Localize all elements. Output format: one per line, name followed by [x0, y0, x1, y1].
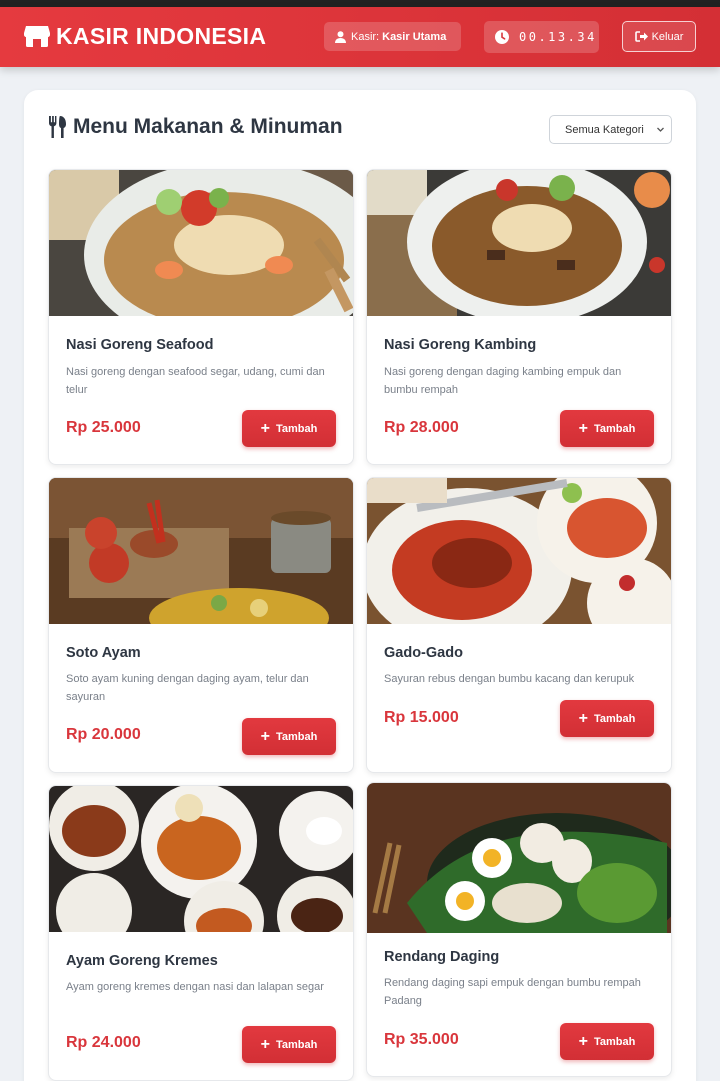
- page-title: Menu Makanan & Minuman: [48, 115, 343, 139]
- store-icon: [24, 26, 50, 47]
- clock-time: 00.13.34: [519, 30, 597, 44]
- food-image-nasi-goreng-seafood: [49, 170, 353, 316]
- sign-out-icon: [634, 31, 648, 42]
- user-icon: [335, 30, 346, 43]
- menu-item-price: Rp 25.000: [66, 419, 141, 436]
- menu-card: Soto Ayam Soto ayam kuning dengan daging…: [48, 477, 354, 773]
- plus-icon: +: [578, 419, 588, 437]
- add-button-label: Tambah: [593, 422, 636, 435]
- chevron-down-icon: [657, 127, 664, 132]
- menu-item-description: Nasi goreng dengan seafood segar, udang,…: [66, 366, 325, 396]
- menu-item-name: Nasi Goreng Seafood: [66, 337, 214, 353]
- menu-item-description: Rendang daging sapi empuk dengan bumbu r…: [384, 977, 641, 1007]
- brand: KASIR INDONESIA: [24, 21, 266, 51]
- category-select[interactable]: Semua Kategori: [549, 115, 672, 144]
- brand-title: KASIR INDONESIA: [56, 22, 267, 49]
- window-top-strip: [0, 0, 720, 7]
- add-button-label: Tambah: [275, 1038, 318, 1051]
- add-button[interactable]: + Tambah: [242, 1026, 336, 1063]
- menu-item-description: Soto ayam kuning dengan daging ayam, tel…: [66, 673, 309, 703]
- add-button-label: Tambah: [275, 422, 318, 435]
- add-button-label: Tambah: [275, 730, 318, 743]
- menu-item-name: Ayam Goreng Kremes: [66, 953, 218, 969]
- menu-item-description: Ayam goreng kremes dengan nasi dan lalap…: [66, 981, 324, 993]
- menu-item-name: Soto Ayam: [66, 645, 141, 661]
- menu-item-name: Nasi Goreng Kambing: [384, 337, 537, 353]
- cashier-name: Kasir Utama: [382, 30, 447, 43]
- logout-label: Keluar: [651, 30, 684, 43]
- menu-item-price: Rp 35.000: [384, 1031, 459, 1048]
- menu-item-price: Rp 24.000: [66, 1034, 141, 1051]
- food-image-nasi-goreng-kambing: [367, 170, 671, 316]
- menu-item-name: Rendang Daging: [384, 949, 500, 965]
- menu-item-description: Sayuran rebus dengan bumbu kacang dan ke…: [384, 673, 635, 685]
- clock-icon: [495, 30, 509, 44]
- menu-card: Gado-Gado Sayuran rebus dengan bumbu kac…: [366, 477, 672, 773]
- food-image-soto-ayam: [49, 478, 353, 624]
- add-button[interactable]: + Tambah: [242, 718, 336, 755]
- cashier-badge: Kasir: Kasir Utama: [324, 22, 461, 51]
- menu-card: Nasi Goreng Seafood Nasi goreng dengan s…: [48, 169, 354, 465]
- food-image-rendang-daging: [367, 783, 671, 933]
- add-button[interactable]: + Tambah: [242, 410, 336, 447]
- menu-title: Menu Makanan & Minuman: [73, 115, 343, 138]
- menu-card: Ayam Goreng Kremes Ayam goreng kremes de…: [48, 785, 354, 1081]
- plus-icon: +: [578, 1032, 588, 1050]
- plus-icon: +: [260, 1035, 270, 1053]
- plus-icon: +: [260, 419, 270, 437]
- menu-item-name: Gado-Gado: [384, 645, 463, 661]
- food-image-ayam-goreng-kremes: [49, 786, 353, 932]
- plus-icon: +: [578, 709, 588, 727]
- cashier-label: Kasir:: [351, 30, 380, 43]
- utensils-icon: [49, 116, 66, 138]
- menu-item-price: Rp 20.000: [66, 726, 141, 743]
- clock-badge: 00.13.34: [484, 21, 599, 53]
- add-button[interactable]: + Tambah: [560, 1023, 654, 1060]
- add-button-label: Tambah: [593, 712, 636, 725]
- menu-panel: Menu Makanan & Minuman Semua Kategori Na…: [24, 90, 696, 1081]
- menu-item-price: Rp 15.000: [384, 709, 459, 726]
- add-button[interactable]: + Tambah: [560, 700, 654, 737]
- menu-card: Nasi Goreng Kambing Nasi goreng dengan d…: [366, 169, 672, 465]
- app-header: KASIR INDONESIA Kasir: Kasir Utama 00.13…: [0, 7, 720, 67]
- add-button-label: Tambah: [593, 1035, 636, 1048]
- add-button[interactable]: + Tambah: [560, 410, 654, 447]
- category-select-value: Semua Kategori: [565, 123, 644, 136]
- menu-item-description: Nasi goreng dengan daging kambing empuk …: [384, 366, 622, 396]
- menu-item-price: Rp 28.000: [384, 419, 459, 436]
- menu-card: Rendang Daging Rendang daging sapi empuk…: [366, 782, 672, 1077]
- food-image-gado-gado: [367, 478, 671, 624]
- plus-icon: +: [260, 727, 270, 745]
- logout-button[interactable]: Keluar: [622, 21, 696, 52]
